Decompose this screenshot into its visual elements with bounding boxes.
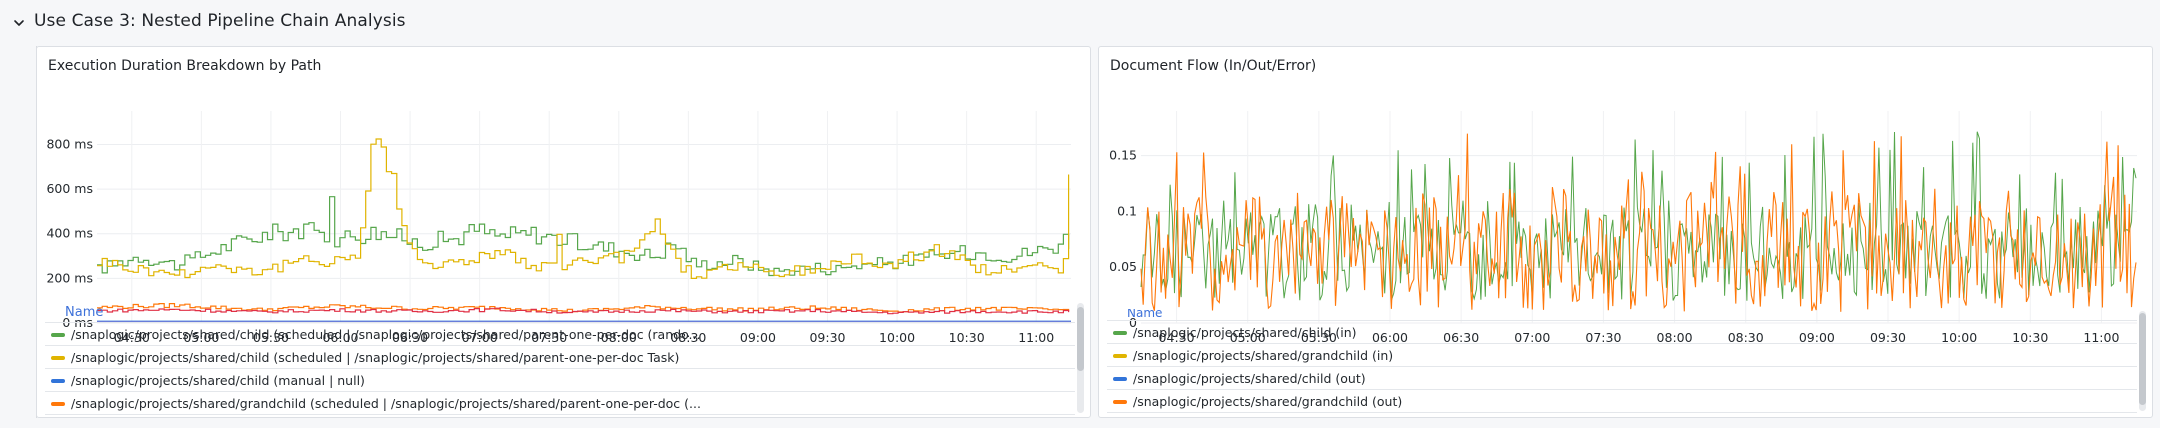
legend-item[interactable]: /snaplogic/projects/shared/child (schedu…: [45, 346, 1075, 369]
row-title[interactable]: Use Case 3: Nested Pipeline Chain Analys…: [34, 11, 406, 31]
legend-label: /snaplogic/projects/shared/child (manual…: [71, 373, 365, 388]
legend-scrollbar[interactable]: [2139, 311, 2146, 411]
legend-item[interactable]: /snaplogic/projects/shared/child (in): [1107, 321, 2137, 344]
legend-label: /snaplogic/projects/shared/grandchild (s…: [71, 396, 701, 411]
legend-table: Name /snaplogic/projects/shared/child (i…: [1107, 309, 2137, 417]
series-swatch: [51, 379, 65, 383]
legend-item[interactable]: /snaplogic/projects/shared/child (manual…: [45, 369, 1075, 392]
y-tick-label: 800 ms: [46, 136, 93, 151]
scrollbar-thumb[interactable]: [2139, 313, 2146, 405]
scrollbar-thumb[interactable]: [1077, 307, 1084, 371]
y-tick-label: 400 ms: [46, 226, 93, 241]
legend-scrollbar[interactable]: [1077, 303, 1084, 413]
legend-label: /snaplogic/projects/shared/child (schedu…: [71, 327, 701, 342]
series-swatch: [1113, 377, 1127, 381]
panel-title[interactable]: Execution Duration Breakdown by Path: [48, 58, 321, 74]
series-swatch: [1113, 331, 1127, 335]
chevron-down-icon[interactable]: [13, 17, 25, 29]
y-tick-label: 600 ms: [46, 181, 93, 196]
panel-document-flow[interactable]: Document Flow (In/Out/Error) 0 0.05 0.1 0.1…: [1098, 46, 2153, 418]
legend-label: /snaplogic/projects/shared/child (out): [1133, 371, 1366, 386]
legend-item[interactable]: /snaplogic/projects/shared/grandchild (s…: [45, 392, 1075, 415]
legend-header-name[interactable]: Name: [45, 303, 1075, 323]
series-line: [1140, 131, 2137, 301]
row-header[interactable]: Use Case 3: Nested Pipeline Chain Analys…: [0, 0, 2160, 46]
y-tick-label: 0.15: [1109, 148, 1137, 163]
series-swatch: [1113, 354, 1127, 358]
series-swatch: [51, 333, 65, 337]
legend-item[interactable]: /snaplogic/projects/shared/grandchild (i…: [1107, 344, 2137, 367]
series-line: [97, 196, 1070, 277]
legend-label: /snaplogic/projects/shared/child (in): [1133, 325, 1357, 340]
legend-label: /snaplogic/projects/shared/grandchild (o…: [1133, 394, 1403, 409]
legend-header-name[interactable]: Name: [1107, 309, 2137, 321]
legend-label: /snaplogic/projects/shared/child (schedu…: [71, 350, 680, 365]
legend-item[interactable]: /snaplogic/projects/shared/child (schedu…: [45, 323, 1075, 346]
y-tick-label: 0.05: [1109, 259, 1137, 274]
series-swatch: [51, 402, 65, 406]
series-swatch: [1113, 400, 1127, 404]
y-tick-label: 0.1: [1117, 203, 1137, 218]
y-tick-label: 200 ms: [46, 270, 93, 285]
legend-item[interactable]: /snaplogic/projects/shared/child (out): [1107, 367, 2137, 390]
panel-title[interactable]: Document Flow (In/Out/Error): [1110, 58, 1316, 74]
series-swatch: [51, 356, 65, 360]
legend-item[interactable]: /snaplogic/projects/shared/grandchild (o…: [1107, 390, 2137, 413]
series-line: [97, 138, 1070, 279]
legend-table: Name /snaplogic/projects/shared/child (s…: [45, 303, 1075, 419]
panel-execution-duration[interactable]: Execution Duration Breakdown by Path 0 m…: [36, 46, 1091, 418]
legend-label: /snaplogic/projects/shared/grandchild (i…: [1133, 348, 1394, 363]
